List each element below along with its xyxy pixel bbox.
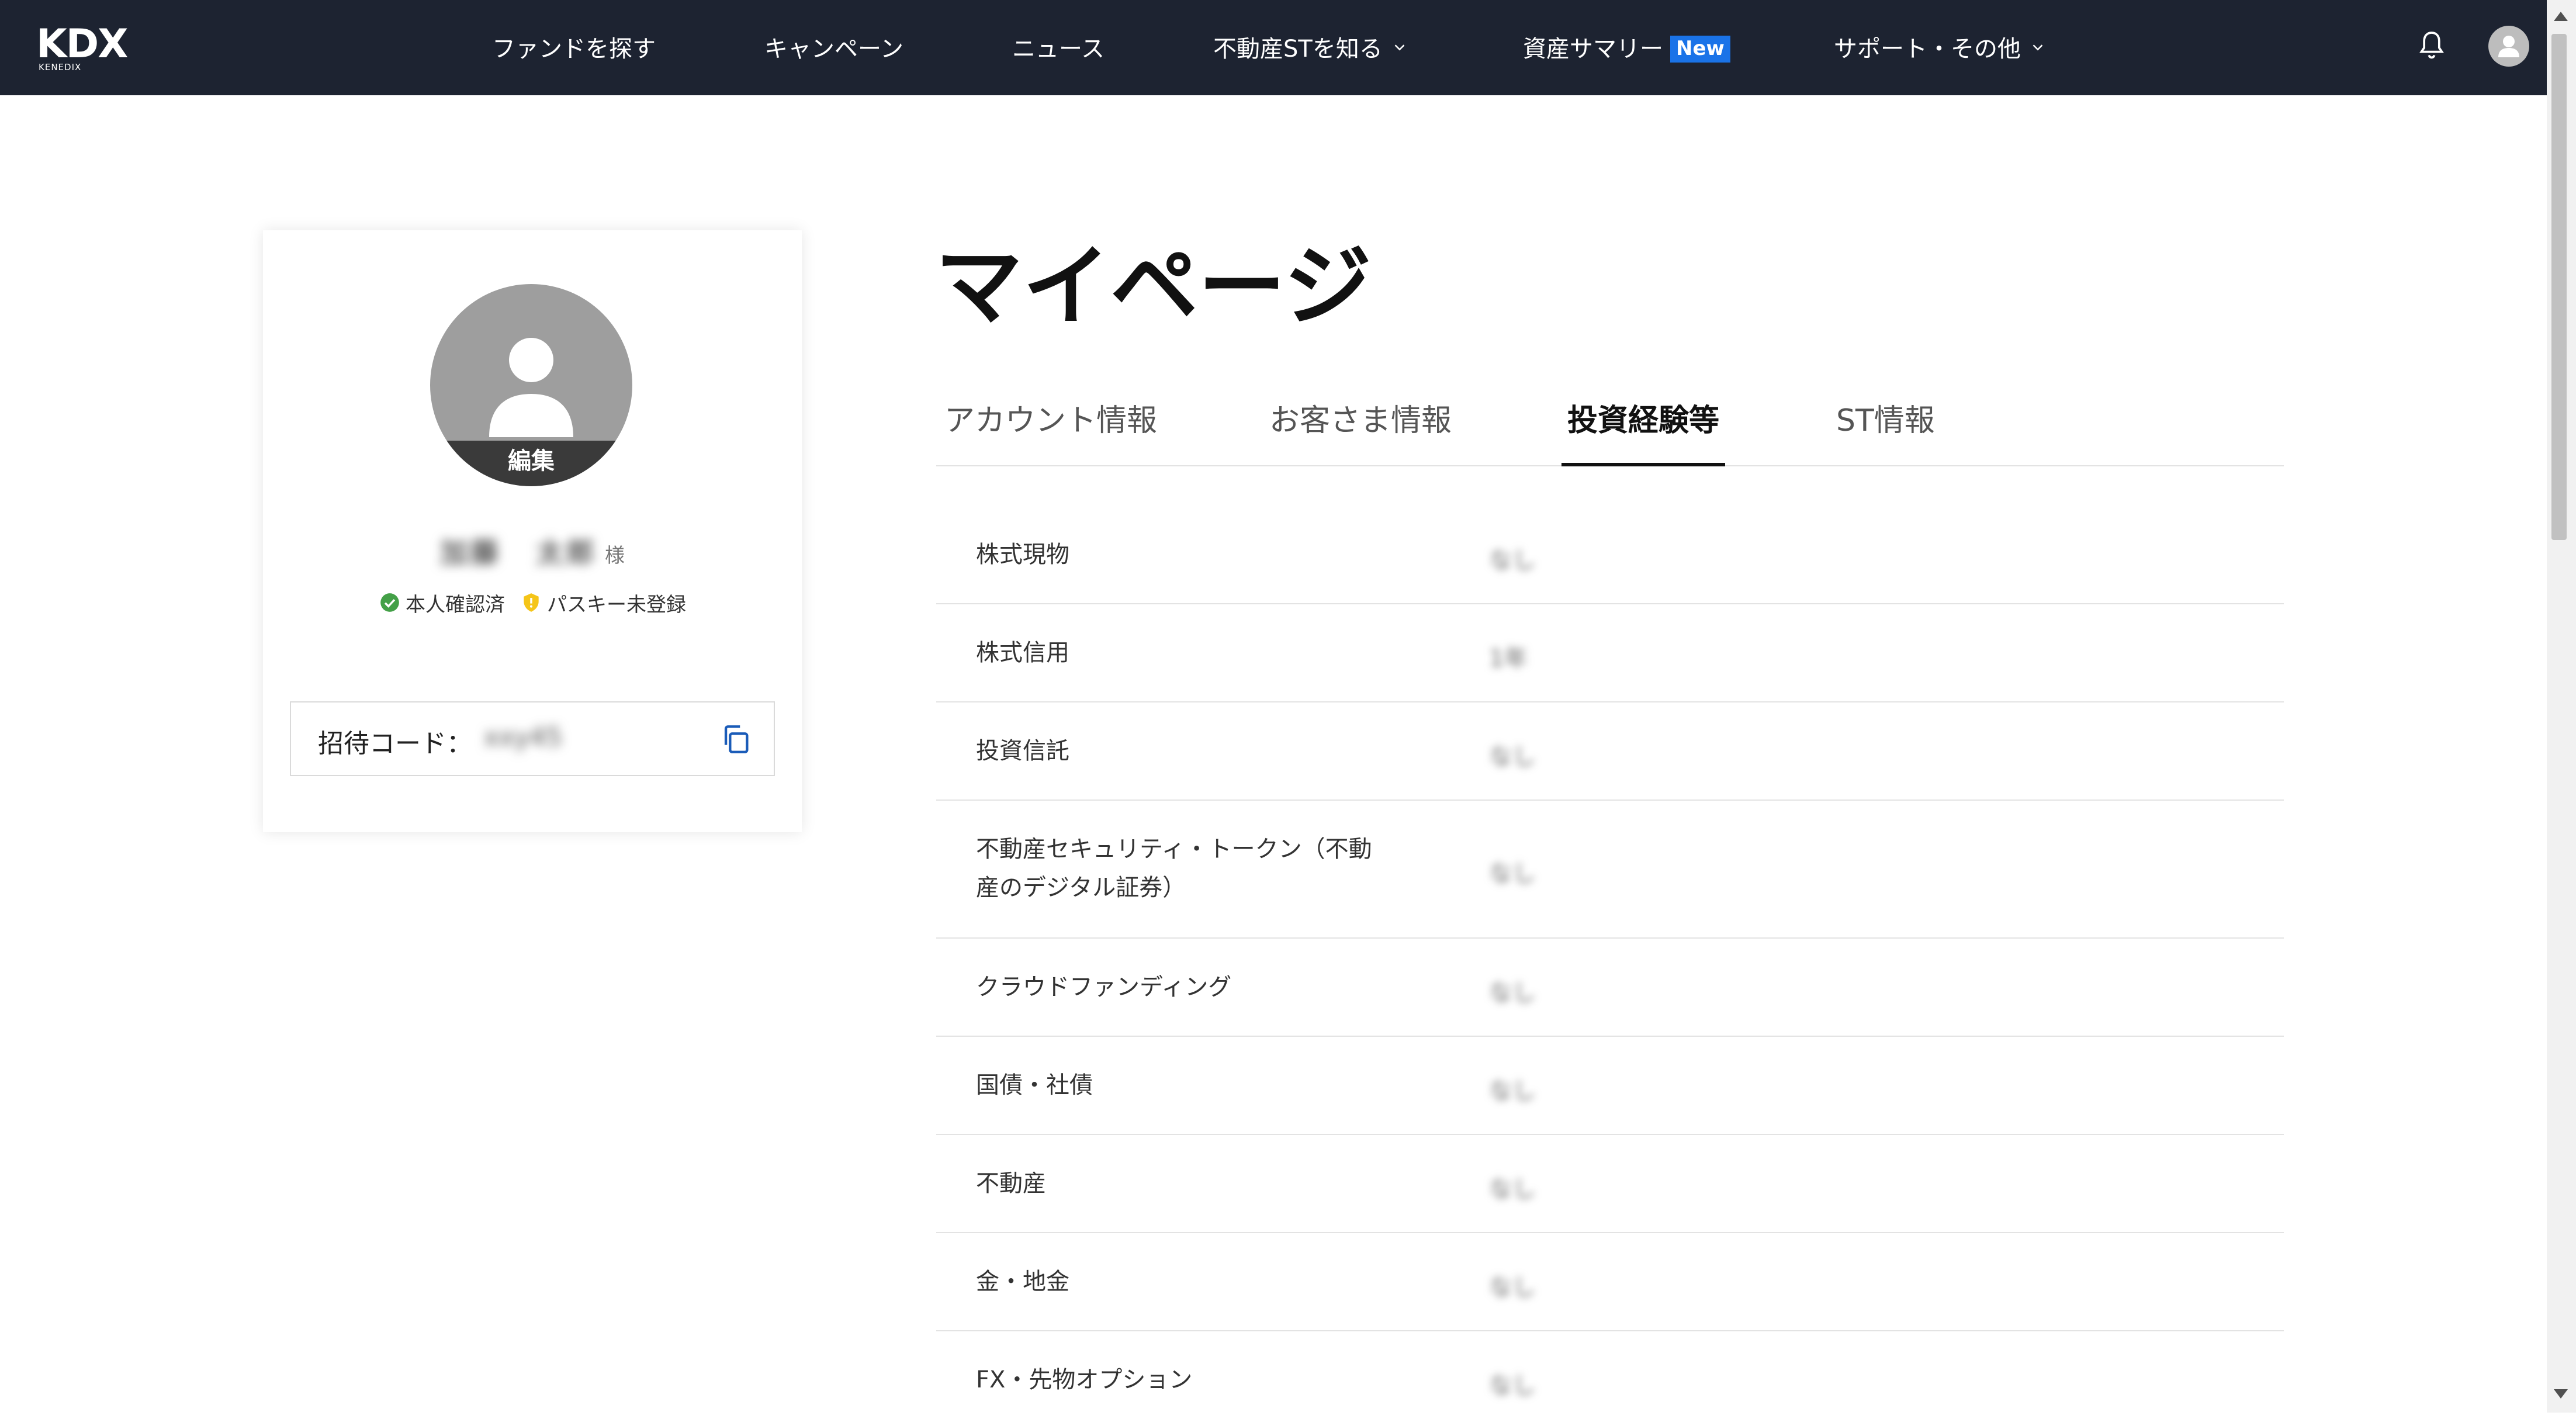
tab-st-info[interactable]: ST情報 — [1836, 392, 1935, 465]
scroll-down-arrow-icon[interactable] — [2554, 1389, 2568, 1399]
row-value: なし — [1489, 547, 1536, 574]
row-value: なし — [1489, 1176, 1536, 1203]
row-value: なし — [1489, 980, 1536, 1006]
mypage-tabs: アカウント情報 お客さま情報 投資経験等 ST情報 — [936, 392, 2284, 466]
new-badge: New — [1670, 36, 1730, 63]
row-value: なし — [1489, 1372, 1536, 1399]
row-value: 1年 — [1489, 645, 1528, 672]
status-badges: 本人確認済 パスキー未登録 — [263, 588, 802, 617]
row-label: クラウドファンディング — [976, 974, 1232, 1001]
list-item: 株式信用 1年 — [936, 604, 2284, 702]
list-item: 金・地金 なし — [936, 1233, 2284, 1331]
investment-experience-list: 株式現物 なし 株式信用 1年 投資信託 なし 不動産セキュリティ・トークン（不… — [936, 506, 2284, 1419]
shield-warning-icon — [524, 593, 539, 612]
chevron-down-icon — [1394, 44, 1405, 51]
nav-campaign[interactable]: キャンペーン — [764, 32, 903, 67]
person-icon — [2498, 36, 2519, 57]
logo-subtext: KENEDIX — [39, 62, 82, 72]
row-value: なし — [1489, 1078, 1536, 1105]
nav-news-label: ニュース — [1012, 36, 1105, 63]
tab-investment-experience[interactable]: 投資経験等 — [1561, 392, 1726, 466]
list-item: 不動産 なし — [936, 1135, 2284, 1233]
row-label: 投資信託 — [976, 738, 1069, 764]
passkey-status: パスキー未登録 — [547, 593, 686, 617]
bell-icon[interactable] — [2415, 27, 2448, 63]
copy-icon[interactable] — [719, 722, 753, 756]
kdx-logo[interactable]: KDX KENEDIX — [36, 23, 147, 76]
nav-support-label: サポート・その他 — [1834, 36, 2021, 63]
list-item: 国債・社債 なし — [936, 1037, 2284, 1135]
profile-card: 編集 加藤 太郎 様 本人確認済 パスキー未登録 招待コード： xxy45 — [263, 230, 802, 832]
invite-code-value: xxy45 — [484, 722, 563, 752]
user-last-name: 加藤 — [439, 537, 501, 569]
page-title: マイページ — [935, 235, 1372, 338]
logo-text: KDX — [36, 21, 129, 67]
user-name: 加藤 太郎 様 — [263, 535, 802, 570]
nav-find-funds-label: ファンドを探す — [492, 36, 656, 63]
nav-asset-summary-label: 資産サマリー — [1523, 36, 1663, 63]
scroll-up-arrow-icon[interactable] — [2554, 12, 2568, 21]
row-label: 不動産 — [976, 1170, 1046, 1197]
list-item: 投資信託 なし — [936, 702, 2284, 801]
nav-news[interactable]: ニュース — [1012, 32, 1105, 67]
row-value: なし — [1489, 1274, 1536, 1301]
scrollbar-thumb[interactable] — [2551, 34, 2567, 540]
user-avatar-icon[interactable] — [2488, 26, 2529, 67]
nav-learn-real-estate-st[interactable]: 不動産STを知る — [1213, 32, 1408, 67]
row-label: FX・先物オプション — [976, 1366, 1193, 1393]
verified-status: 本人確認済 — [406, 593, 505, 617]
nav-campaign-label: キャンペーン — [764, 36, 903, 63]
row-value: なし — [1489, 743, 1536, 770]
profile-avatar[interactable]: 編集 — [430, 284, 632, 486]
top-header: KDX KENEDIX ファンドを探す キャンペーン ニュース 不動産STを知る… — [0, 0, 2547, 95]
avatar-edit-button[interactable]: 編集 — [430, 441, 632, 486]
list-item: 株式現物 なし — [936, 506, 2284, 604]
tab-customer-info[interactable]: お客さま情報 — [1269, 392, 1452, 465]
list-item: 不動産セキュリティ・トークン（不動産のデジタル証券） なし — [936, 801, 2284, 939]
row-label: 株式現物 — [976, 541, 1069, 568]
row-label: 株式信用 — [976, 639, 1069, 666]
row-label: 不動産セキュリティ・トークン（不動産のデジタル証券） — [976, 836, 1372, 901]
honorific: 様 — [605, 544, 625, 567]
nav-learn-label: 不動産STを知る — [1213, 36, 1383, 63]
row-value: なし — [1489, 860, 1536, 887]
list-item: FX・先物オプション なし — [936, 1331, 2284, 1419]
nav-find-funds[interactable]: ファンドを探す — [492, 32, 656, 67]
chevron-down-icon — [2033, 44, 2043, 51]
tab-account-info[interactable]: アカウント情報 — [944, 392, 1157, 465]
row-label: 金・地金 — [976, 1268, 1069, 1295]
invite-code-label: 招待コード： — [318, 729, 472, 759]
row-label: 国債・社債 — [976, 1072, 1093, 1099]
check-circle-icon — [380, 593, 399, 612]
nav-asset-summary[interactable]: 資産サマリー New — [1523, 32, 1730, 67]
list-item: クラウドファンディング なし — [936, 939, 2284, 1037]
user-first-name: 太郎 — [536, 537, 597, 569]
invite-code-box: 招待コード： xxy45 — [290, 701, 775, 776]
nav-support-other[interactable]: サポート・その他 — [1834, 32, 2047, 67]
